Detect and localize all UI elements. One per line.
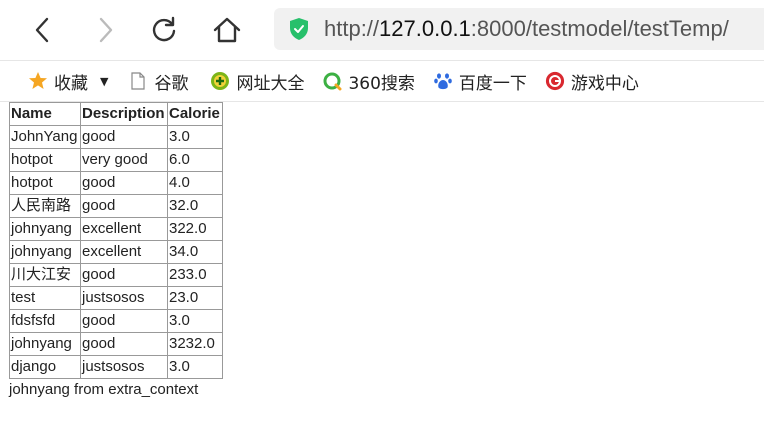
favorites-menu[interactable]: 收藏 ▼	[24, 66, 112, 96]
table-row: 人民南路 good 32.0	[9, 194, 223, 218]
table-row: fdsfsfd good 3.0	[9, 309, 223, 333]
favorites-label: 收藏	[54, 73, 88, 94]
cell-name: JohnYang	[9, 125, 81, 149]
header-name: Name	[9, 102, 81, 126]
cell-calorie: 23.0	[167, 286, 223, 310]
url-path: :8000/testmodel/testTemp/	[470, 16, 729, 41]
table-row: JohnYang good 3.0	[9, 125, 223, 149]
table-row: 川大江安 good 233.0	[9, 263, 223, 287]
cell-calorie: 3.0	[167, 309, 223, 333]
cell-description: excellent	[80, 240, 168, 264]
bookmark-game-center[interactable]: 游戏中心	[541, 66, 643, 96]
plus-circle-icon	[210, 71, 230, 91]
cell-description: good	[80, 194, 168, 218]
cell-calorie: 233.0	[167, 263, 223, 287]
table-row: johnyang good 3232.0	[9, 332, 223, 356]
security-shield-icon[interactable]	[288, 17, 310, 41]
bookmark-label: 百度一下	[458, 73, 527, 94]
cell-name: 人民南路	[9, 194, 81, 218]
calorie-table: Name Description Calorie JohnYang good 3.0…	[9, 102, 223, 379]
reload-icon	[152, 16, 176, 42]
bookmark-360-search[interactable]: 360搜索	[318, 66, 418, 96]
bookmark-url-directory[interactable]: 网址大全	[206, 66, 308, 96]
page-content: Name Description Calorie JohnYang good 3.0…	[9, 102, 223, 400]
game-center-icon	[545, 71, 565, 91]
table-header-row: Name Description Calorie	[9, 102, 223, 126]
table-row: hotpot very good 6.0	[9, 148, 223, 172]
chevron-left-icon	[35, 17, 49, 43]
bookmark-baidu[interactable]: 百度一下	[429, 66, 531, 96]
home-button[interactable]	[210, 13, 244, 47]
cell-name: fdsfsfd	[9, 309, 81, 333]
bookmark-label: 360搜索	[348, 73, 415, 94]
dropdown-arrow-icon: ▼	[100, 74, 109, 88]
chevron-right-icon	[99, 17, 113, 43]
cell-calorie: 3.0	[167, 125, 223, 149]
header-description: Description	[80, 102, 168, 126]
cell-calorie: 6.0	[167, 148, 223, 172]
cell-calorie: 3.0	[167, 355, 223, 379]
star-icon	[28, 71, 48, 91]
cell-description: good	[80, 263, 168, 287]
cell-name: hotpot	[9, 171, 81, 195]
url-host: 127.0.0.1	[379, 16, 471, 41]
cell-description: good	[80, 332, 168, 356]
back-button[interactable]	[26, 13, 60, 47]
cell-name: johnyang	[9, 240, 81, 264]
table-row: hotpot good 4.0	[9, 171, 223, 195]
cell-description: justsosos	[80, 355, 168, 379]
page-icon	[128, 71, 148, 91]
bookmarks-bar: 收藏 ▼ 谷歌 网址大全 360搜索 百度一下 游戏中心	[0, 60, 764, 102]
cell-description: excellent	[80, 217, 168, 241]
cell-description: justsosos	[80, 286, 168, 310]
cell-name: johnyang	[9, 217, 81, 241]
cell-calorie: 4.0	[167, 171, 223, 195]
bookmark-label: 谷歌	[154, 73, 189, 94]
bookmark-label: 游戏中心	[570, 73, 639, 94]
table-row: johnyang excellent 34.0	[9, 240, 223, 264]
cell-name: test	[9, 286, 81, 310]
360-search-icon	[322, 71, 342, 91]
reload-button[interactable]	[147, 13, 181, 47]
cell-name: 川大江安	[9, 263, 81, 287]
cell-calorie: 322.0	[167, 217, 223, 241]
cell-description: good	[80, 171, 168, 195]
table-row: django justsosos 3.0	[9, 355, 223, 379]
cell-name: johnyang	[9, 332, 81, 356]
bookmark-google[interactable]: 谷歌	[124, 66, 192, 96]
url-text[interactable]: http://127.0.0.1:8000/testmodel/testTemp…	[324, 16, 729, 42]
table-row: test justsosos 23.0	[9, 286, 223, 310]
bookmark-label: 网址大全	[236, 73, 305, 94]
cell-name: django	[9, 355, 81, 379]
cell-description: very good	[80, 148, 168, 172]
cell-calorie: 32.0	[167, 194, 223, 218]
header-calorie: Calorie	[167, 102, 223, 126]
extra-context-text: johnyang from extra_context	[9, 381, 199, 398]
cell-description: good	[80, 309, 168, 333]
browser-toolbar: http://127.0.0.1:8000/testmodel/testTemp…	[0, 0, 764, 60]
cell-name: hotpot	[9, 148, 81, 172]
address-bar[interactable]: http://127.0.0.1:8000/testmodel/testTemp…	[274, 8, 764, 50]
home-icon	[213, 17, 241, 43]
table-row: johnyang excellent 322.0	[9, 217, 223, 241]
cell-calorie: 34.0	[167, 240, 223, 264]
baidu-paw-icon	[433, 71, 453, 91]
cell-description: good	[80, 125, 168, 149]
forward-button[interactable]	[88, 13, 122, 47]
cell-calorie: 3232.0	[167, 332, 223, 356]
url-scheme: http://	[324, 16, 380, 41]
